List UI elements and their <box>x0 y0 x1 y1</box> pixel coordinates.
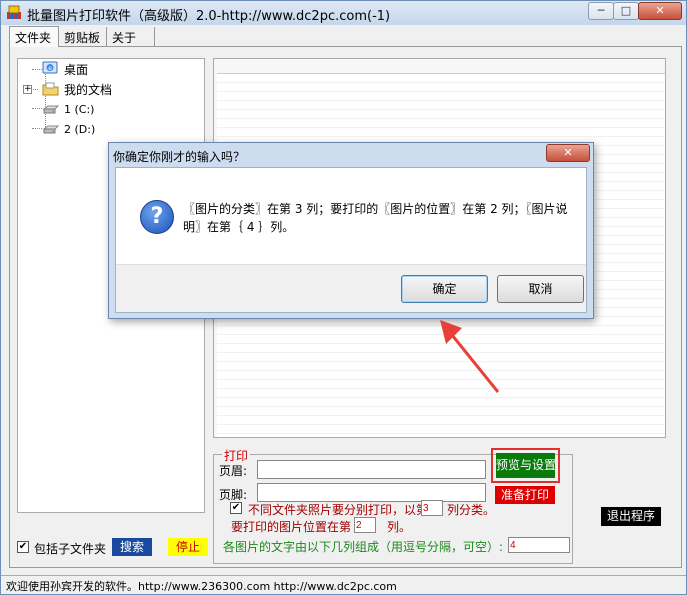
tree-connector <box>32 108 42 109</box>
exit-button[interactable]: 退出程序 <box>601 507 661 526</box>
question-icon: ? <box>140 200 174 234</box>
dialog-body: ? 〖图片的分类〗在第 3 列；要打印的〖图片的位置〗在第 2 列；〖图片说明〗… <box>115 167 587 313</box>
tree-connector <box>32 128 42 129</box>
confirm-dialog: 你确定你刚才的输入吗？ ✕ ? 〖图片的分类〗在第 3 列；要打印的〖图片的位置… <box>108 142 594 319</box>
tree-item-label: 1 (C:) <box>64 102 95 116</box>
separate-print-suffix: 列分类。 <box>447 503 496 517</box>
tree-connector <box>32 69 42 70</box>
app-icon <box>7 5 21 19</box>
prepare-print-button[interactable]: 准备打印 <box>495 486 555 504</box>
cancel-button[interactable]: 取消 <box>497 275 584 303</box>
ok-button[interactable]: 确定 <box>401 275 488 303</box>
caption-columns-input[interactable] <box>508 537 570 553</box>
dialog-message: 〖图片的分类〗在第 3 列；要打印的〖图片的位置〗在第 2 列；〖图片说明〗在第… <box>183 202 568 234</box>
preview-settings-button[interactable]: 预览与设置 <box>491 448 560 483</box>
category-column-input[interactable] <box>421 500 443 516</box>
tree-item-documents[interactable]: 我的文档 <box>42 80 112 98</box>
tab-clipboard[interactable]: 剪贴板 <box>59 27 107 47</box>
tab-about[interactable]: 关于 <box>107 27 155 47</box>
separate-print-label: 不同文件夹照片要分别打印，以第 <box>248 503 429 517</box>
include-subfolders-checkbox[interactable]: ✔ <box>17 541 29 553</box>
separate-print-checkbox[interactable]: ✔ <box>230 502 242 514</box>
tree-item-label: 2 (D:) <box>64 122 96 136</box>
tree-item-label: 桌面 <box>64 62 89 77</box>
stop-button[interactable]: 停止 <box>168 538 208 556</box>
desktop-icon: e <box>42 61 60 77</box>
status-bar: 欢迎使用孙宾开发的软件。http://www.236300.com http:/… <box>1 575 686 594</box>
image-position-input[interactable] <box>354 517 376 533</box>
drive-icon <box>42 121 60 137</box>
caption-columns-label: 各图片的文字由以下几列组成（用逗号分隔，可空）: <box>223 540 504 554</box>
annotation-arrow-icon <box>440 320 500 393</box>
close-button[interactable]: ✕ <box>638 2 682 20</box>
footer-label: 页脚: <box>219 488 248 502</box>
search-button[interactable]: 搜索 <box>112 538 152 556</box>
image-position-suffix: 列。 <box>387 520 412 534</box>
maximize-button[interactable]: □ <box>613 2 639 20</box>
tree-item-label: 我的文档 <box>64 82 113 97</box>
dialog-footer: 确定 取消 <box>116 264 586 312</box>
tree-item-drive-d[interactable]: 2 (D:) <box>42 120 95 138</box>
image-position-label: 要打印的图片位置在第 <box>231 520 352 534</box>
expand-toggle[interactable]: + <box>23 85 32 94</box>
tree-item-desktop[interactable]: e 桌面 <box>42 60 88 78</box>
window-title: 批量图片打印软件（高级版）2.0-http://www.dc2pc.com(-1… <box>27 9 391 24</box>
svg-text:e: e <box>48 65 52 72</box>
header-label: 页眉: <box>219 464 248 478</box>
tab-folder[interactable]: 文件夹 <box>9 26 59 47</box>
minimize-button[interactable]: ─ <box>588 2 614 20</box>
drive-icon <box>42 101 60 117</box>
header-input[interactable] <box>257 460 486 479</box>
status-text: 欢迎使用孙宾开发的软件。http://www.236300.com http:/… <box>6 580 397 593</box>
include-subfolders-label: 包括子文件夹 <box>34 542 107 556</box>
title-bar: 批量图片打印软件（高级版）2.0-http://www.dc2pc.com(-1… <box>1 1 686 25</box>
folder-icon <box>42 81 60 97</box>
preview-settings-label: 预览与设置 <box>496 453 556 478</box>
tree-item-drive-c[interactable]: 1 (C:) <box>42 100 94 118</box>
footer-input[interactable] <box>257 483 486 502</box>
dialog-title: 你确定你刚才的输入吗？ <box>113 150 246 164</box>
dialog-close-button[interactable]: ✕ <box>546 144 590 162</box>
